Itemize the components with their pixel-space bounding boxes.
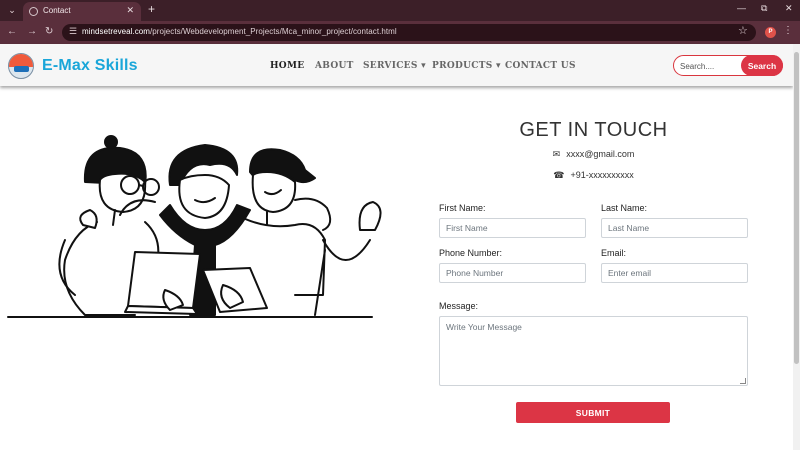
caret-down-icon: ▾ xyxy=(495,61,501,71)
phone-number-label: Phone Number: xyxy=(439,248,503,258)
minimize-icon[interactable]: — xyxy=(737,3,746,13)
last-name-label: Last Name: xyxy=(601,203,648,213)
url-bar[interactable]: ☰ mindsetreveal.com/projects/Webdevelopm… xyxy=(62,24,756,41)
bookmark-star-icon[interactable]: ☆ xyxy=(738,24,748,37)
nav-products[interactable]: PRODUCTS ▾ xyxy=(432,61,501,71)
browser-tab[interactable]: Contact ✕ xyxy=(23,2,141,21)
restore-icon[interactable]: ⧉ xyxy=(761,3,767,14)
window-close-icon[interactable]: ✕ xyxy=(785,3,793,14)
submit-button[interactable]: SUBMIT xyxy=(516,402,670,423)
first-name-label: First Name: xyxy=(439,203,486,213)
scrollbar-thumb[interactable] xyxy=(794,52,799,364)
logo-icon[interactable] xyxy=(8,53,34,79)
new-tab-button[interactable]: + xyxy=(148,2,155,16)
site-settings-icon[interactable]: ☰ xyxy=(69,26,77,37)
nav-about[interactable]: ABOUT xyxy=(315,61,354,71)
team-illustration xyxy=(7,135,382,318)
brand-name[interactable]: E-Max Skills xyxy=(42,57,138,75)
browser-address-bar: ← → ↻ ☰ mindsetreveal.com/projects/Webde… xyxy=(0,21,800,44)
tab-close-icon[interactable]: ✕ xyxy=(126,5,134,16)
tab-title: Contact xyxy=(43,6,71,15)
message-textarea[interactable] xyxy=(439,316,748,386)
tab-search-chevron-icon[interactable]: ⌄ xyxy=(5,4,19,17)
globe-icon xyxy=(29,7,38,16)
page-scrollbar[interactable] xyxy=(793,44,800,450)
page-title: GET IN TOUCH xyxy=(519,119,668,141)
phone-number-input[interactable] xyxy=(439,263,586,283)
nav-services[interactable]: SERVICES ▾ xyxy=(363,61,426,71)
resize-grip-icon[interactable] xyxy=(740,378,746,384)
nav-home[interactable]: HOME xyxy=(270,61,304,71)
email-input[interactable] xyxy=(601,263,748,283)
message-label: Message: xyxy=(439,301,479,311)
search-box: Search xyxy=(673,55,783,76)
url-text: mindsetreveal.com/projects/Webdevelopmen… xyxy=(82,27,397,36)
nav-contact[interactable]: CONTACT US xyxy=(505,61,576,71)
search-input[interactable] xyxy=(680,59,740,73)
first-name-input[interactable] xyxy=(439,218,586,238)
forward-arrow-icon[interactable]: → xyxy=(27,26,37,37)
reload-icon[interactable]: ↻ xyxy=(45,26,53,37)
last-name-input[interactable] xyxy=(601,218,748,238)
contact-phone: ☎ +91-xxxxxxxxxx xyxy=(553,170,634,180)
contact-email: ✉ xxxx@gmail.com xyxy=(552,149,635,159)
email-label: Email: xyxy=(601,248,627,258)
caret-down-icon: ▾ xyxy=(421,61,426,71)
envelope-icon: ✉ xyxy=(552,149,561,159)
phone-icon: ☎ xyxy=(553,170,565,180)
search-button[interactable]: Search xyxy=(741,55,783,76)
back-arrow-icon[interactable]: ← xyxy=(7,26,17,37)
browser-menu-icon[interactable]: ⋮ xyxy=(783,25,793,36)
browser-tab-bar: ⌄ Contact ✕ + — ⧉ ✕ xyxy=(0,0,800,21)
site-header: E-Max Skills HOME ABOUT SERVICES ▾ PRODU… xyxy=(0,44,793,86)
profile-avatar[interactable]: P xyxy=(765,27,776,38)
